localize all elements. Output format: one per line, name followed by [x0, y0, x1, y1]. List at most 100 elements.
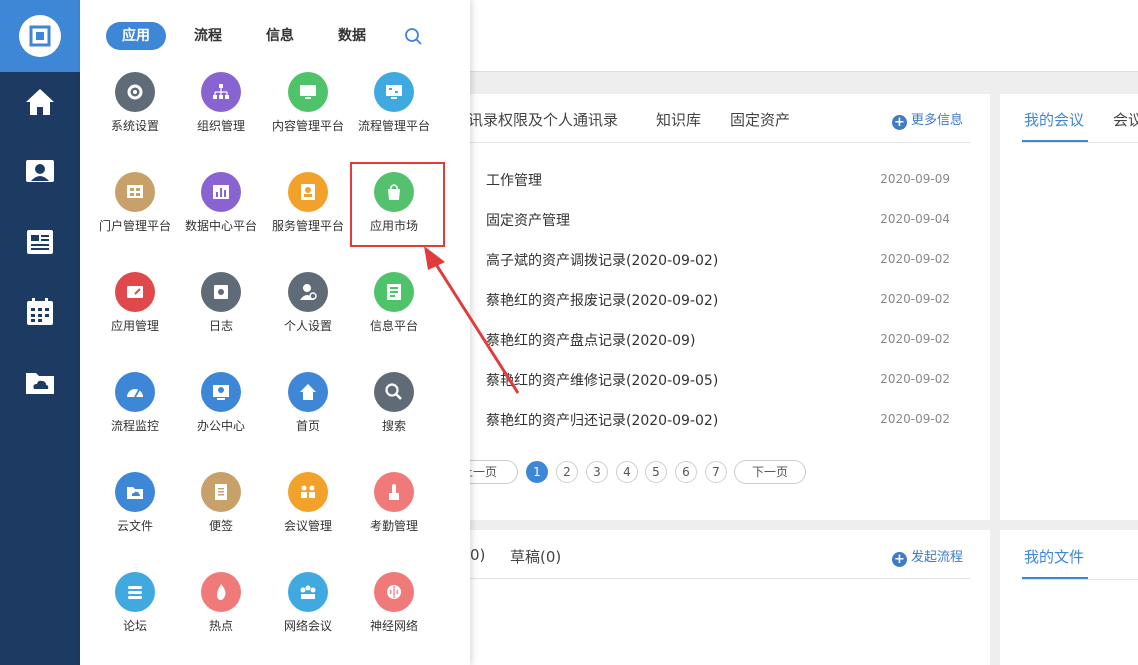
app-tile[interactable]: 组织管理: [178, 72, 264, 158]
record-title: 蔡艳红的资产报废记录(2020-09-02): [486, 293, 719, 309]
app-tile[interactable]: 流程管理平台: [351, 72, 437, 158]
list-item[interactable]: 固定资产管理 2020-09-04: [450, 210, 970, 250]
app-label: 系统设置: [110, 119, 159, 133]
app-tile[interactable]: 便签: [178, 472, 264, 558]
list-item[interactable]: 蔡艳红的资产维修记录(2020-09-05) 2020-09-02: [450, 370, 970, 410]
logo-icon: [29, 25, 51, 47]
home-icon[interactable]: [20, 82, 60, 122]
app-label: 数据中心平台: [184, 219, 257, 233]
tab-knowledge[interactable]: 知识库: [656, 109, 701, 130]
record-date: 2020-09-09: [880, 172, 950, 186]
app-tile[interactable]: 首页: [265, 372, 351, 458]
app-tile[interactable]: 系统设置: [92, 72, 178, 158]
log-icon: [201, 272, 241, 312]
left-rail: [0, 0, 80, 665]
app-label: 流程管理平台: [357, 119, 430, 133]
record-date: 2020-09-02: [880, 252, 950, 266]
logo: [19, 15, 61, 57]
app-tile[interactable]: 会议管理: [265, 472, 351, 558]
app-manage-icon: [115, 272, 155, 312]
tab-meetings[interactable]: 会议: [1113, 109, 1138, 130]
app-tile[interactable]: 考勤管理: [351, 472, 437, 558]
search-icon: [374, 372, 414, 412]
app-tile[interactable]: 网络会议: [265, 572, 351, 658]
tab-drafts[interactable]: 草稿(0): [510, 546, 561, 567]
app-tile[interactable]: 神经网络: [351, 572, 437, 658]
page-number[interactable]: 5: [645, 461, 667, 483]
app-tile[interactable]: 流程监控: [92, 372, 178, 458]
app-label: 会议管理: [283, 519, 332, 533]
app-tile[interactable]: 应用管理: [92, 272, 178, 358]
app-tile[interactable]: 云文件: [92, 472, 178, 558]
portal-icon: [115, 172, 155, 212]
app-tile[interactable]: 内容管理平台: [265, 72, 351, 158]
service-icon: [288, 172, 328, 212]
app-tile[interactable]: 热点: [178, 572, 264, 658]
tab-data[interactable]: 数据: [332, 22, 372, 50]
bar-chart-icon: [201, 172, 241, 212]
app-label: 门户管理平台: [98, 219, 171, 233]
office-icon: [201, 372, 241, 412]
app-tile[interactable]: 办公中心: [178, 372, 264, 458]
more-info-link[interactable]: + 更多信息: [892, 109, 963, 130]
list-item[interactable]: 高子斌的资产调拨记录(2020-09-02) 2020-09-02: [450, 250, 970, 290]
next-page-button[interactable]: 下一页: [734, 460, 806, 484]
app-label: 便签: [208, 519, 233, 533]
app-label: 论坛: [122, 619, 147, 633]
gear-icon: [115, 72, 155, 112]
tab-my-files[interactable]: 我的文件: [1024, 546, 1084, 567]
tab-info[interactable]: 信息: [260, 22, 300, 50]
app-tile[interactable]: 日志: [178, 272, 264, 358]
list-item[interactable]: 蔡艳红的资产盘点记录(2020-09) 2020-09-02: [450, 330, 970, 370]
divider: [450, 142, 970, 143]
workflow-card: 0) 草稿(0) + 发起流程: [450, 530, 990, 665]
tab-my-meetings[interactable]: 我的会议: [1024, 109, 1084, 130]
calendar-icon[interactable]: [20, 292, 60, 332]
news-icon[interactable]: [20, 222, 60, 262]
tab-contacts[interactable]: 讯录权限及个人通讯录: [468, 109, 618, 130]
tab-partial[interactable]: 0): [470, 546, 485, 564]
app-tile[interactable]: 数据中心平台: [178, 172, 264, 258]
search-icon[interactable]: [404, 27, 424, 47]
meeting-card: 我的会议 会议: [1000, 94, 1138, 520]
page-number[interactable]: 1: [526, 461, 548, 483]
cloud-folder-icon[interactable]: [20, 362, 60, 402]
fire-icon: [201, 572, 241, 612]
app-label: 神经网络: [369, 619, 418, 633]
app-tile[interactable]: 个人设置: [265, 272, 351, 358]
record-date: 2020-09-02: [880, 412, 950, 426]
home-icon: [288, 372, 328, 412]
page-number[interactable]: 2: [556, 461, 578, 483]
tab-fixed-assets[interactable]: 固定资产: [730, 109, 790, 130]
start-workflow-label: 发起流程: [911, 550, 964, 565]
contact-icon[interactable]: [20, 152, 60, 192]
start-workflow-link[interactable]: + 发起流程: [892, 546, 963, 567]
app-tile[interactable]: 论坛: [92, 572, 178, 658]
page-number[interactable]: 7: [705, 461, 727, 483]
page-number[interactable]: 4: [616, 461, 638, 483]
info-screen-icon: [374, 272, 414, 312]
app-label: 云文件: [116, 519, 153, 533]
meeting-icon: [288, 472, 328, 512]
app-label: 组织管理: [196, 119, 245, 133]
tab-workflow[interactable]: 流程: [188, 22, 228, 50]
app-tile[interactable]: 门户管理平台: [92, 172, 178, 258]
app-label: 首页: [295, 419, 320, 433]
cloud-folder-icon: [115, 472, 155, 512]
record-title: 工作管理: [486, 173, 542, 189]
record-date: 2020-09-02: [880, 372, 950, 386]
app-label: 网络会议: [283, 619, 332, 633]
list-item[interactable]: 蔡艳红的资产报废记录(2020-09-02) 2020-09-02: [450, 290, 970, 330]
touch-icon: [374, 472, 414, 512]
app-tile[interactable]: 信息平台: [351, 272, 437, 358]
tab-apps[interactable]: 应用: [106, 22, 166, 50]
org-chart-icon: [201, 72, 241, 112]
page-number[interactable]: 3: [586, 461, 608, 483]
monitor-icon: [288, 72, 328, 112]
app-tile[interactable]: 搜索: [351, 372, 437, 458]
app-tile[interactable]: 服务管理平台: [265, 172, 351, 258]
page-number[interactable]: 6: [675, 461, 697, 483]
list-item[interactable]: 蔡艳红的资产归还记录(2020-09-02) 2020-09-02: [450, 410, 970, 450]
list-item[interactable]: 工作管理 2020-09-09: [450, 170, 970, 210]
logo-area[interactable]: [0, 0, 80, 72]
